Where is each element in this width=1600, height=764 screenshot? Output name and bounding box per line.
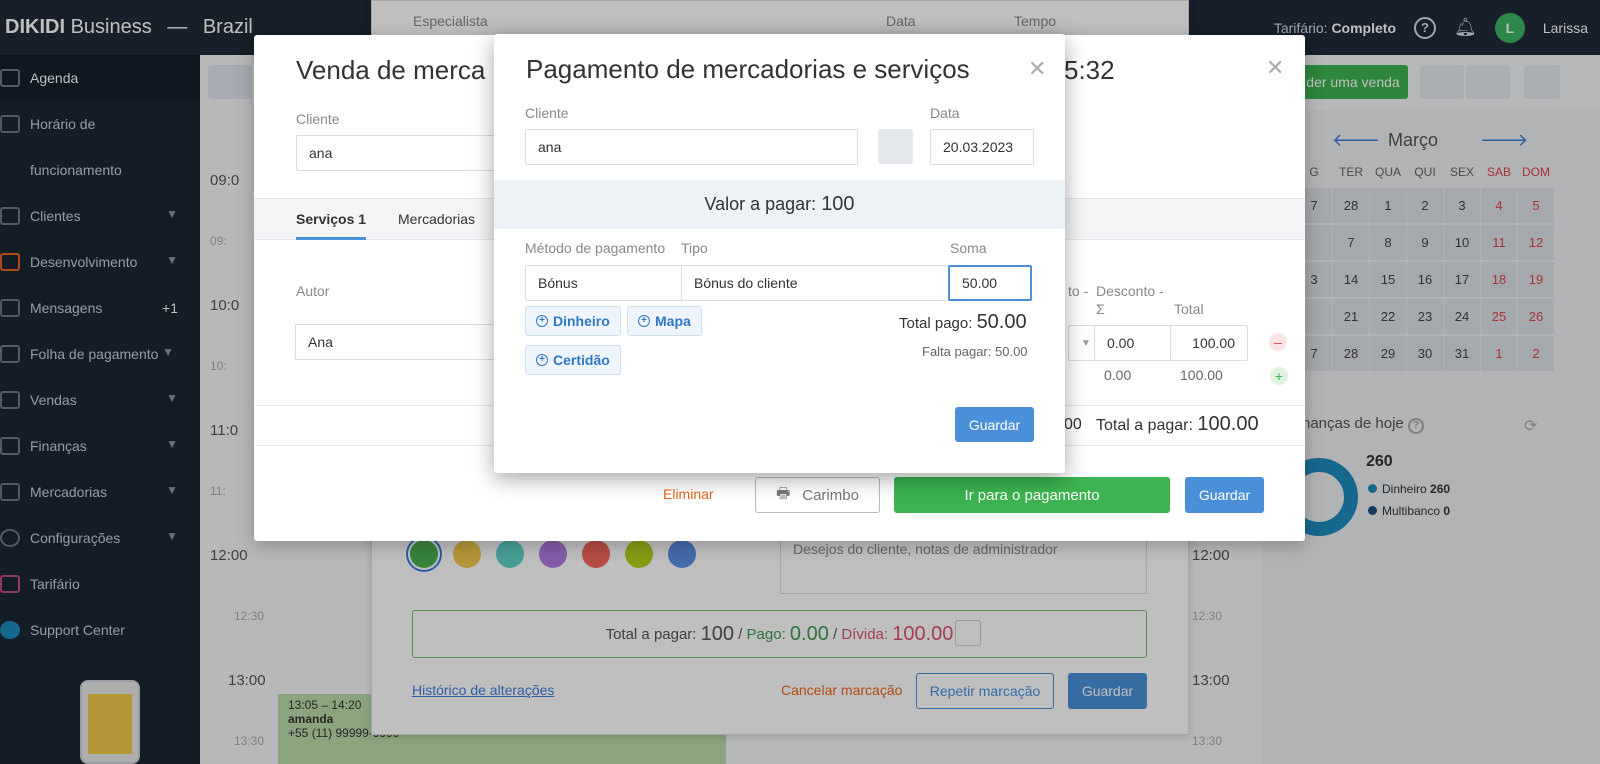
discount-label: to - xyxy=(1068,283,1089,299)
chip-label: Certidão xyxy=(553,352,610,368)
discount-sum: 0.00 xyxy=(1104,367,1132,383)
discount-sum-label: Desconto - xyxy=(1096,283,1164,299)
method-label: Método de pagamento xyxy=(525,240,666,256)
total-paid: Total pago: 50.00 xyxy=(899,311,1027,334)
user-icon[interactable] xyxy=(878,129,913,164)
total-sum: 100.00 xyxy=(1180,367,1223,383)
add-certificate-button[interactable]: + Certidão xyxy=(525,345,621,375)
total-paid-value: 50.00 xyxy=(976,311,1027,333)
plus-icon: + xyxy=(536,315,548,327)
remove-row-icon[interactable]: – xyxy=(1269,333,1287,351)
add-row-icon[interactable]: + xyxy=(1270,367,1288,385)
type-field[interactable]: Bónus do cliente xyxy=(681,265,949,301)
plus-icon: + xyxy=(638,315,650,327)
go-to-payment-button[interactable]: Ir para o pagamento xyxy=(894,477,1170,513)
type-label: Tipo xyxy=(681,240,708,256)
amount-to-pay: Valor a pagar: 100 xyxy=(494,180,1065,229)
sum-field[interactable]: 50.00 xyxy=(948,265,1032,301)
client-label: Cliente xyxy=(525,105,569,121)
close-icon[interactable]: ✕ xyxy=(1028,56,1046,82)
author-select[interactable]: Ana xyxy=(295,324,505,360)
save-sale-button[interactable]: Guardar xyxy=(1185,477,1264,513)
sum-label: Soma xyxy=(950,240,987,256)
sigma-label: Σ xyxy=(1096,301,1105,317)
save-payment-button[interactable]: Guardar xyxy=(955,407,1034,442)
total-paid-label: Total pago: xyxy=(899,315,973,332)
printer-icon: 🖶 xyxy=(776,484,791,502)
author-label: Autor xyxy=(296,283,330,299)
total-to-pay: Total a pagar: 100.00 xyxy=(1096,413,1259,436)
client-field[interactable]: ana xyxy=(525,129,858,165)
add-card-button[interactable]: + Mapa xyxy=(627,306,702,336)
sale-time: 5:32 xyxy=(1064,55,1115,85)
close-icon[interactable]: ✕ xyxy=(1266,55,1284,81)
remaining: Falta pagar: 50.00 xyxy=(922,344,1028,359)
partial-value: 00 xyxy=(1064,416,1082,433)
total-column-label: Total xyxy=(1174,301,1204,317)
amount-value: 100 xyxy=(821,193,855,215)
sale-title: Venda de merca xyxy=(296,55,486,85)
date-field[interactable]: 20.03.2023 xyxy=(930,129,1034,165)
stamp-label: Carimbo xyxy=(802,486,859,504)
chip-label: Dinheiro xyxy=(553,313,610,329)
discount-field[interactable]: 0.00 xyxy=(1094,325,1172,361)
client-field[interactable]: ana xyxy=(296,135,496,171)
method-field[interactable]: Bónus xyxy=(525,265,682,301)
client-label: Cliente xyxy=(296,111,340,127)
chip-label: Mapa xyxy=(655,313,691,329)
amount-label: Valor a pagar: xyxy=(704,194,817,214)
tab-services[interactable]: Serviços 1 xyxy=(296,211,367,240)
add-cash-button[interactable]: + Dinheiro xyxy=(525,306,621,336)
date-label: Data xyxy=(930,105,960,121)
payment-title: Pagamento de mercadorias e serviços xyxy=(526,54,970,84)
chevron-down-icon[interactable]: ▼ xyxy=(1068,325,1096,361)
remaining-label: Falta pagar: xyxy=(922,344,992,359)
delete-link[interactable]: Eliminar xyxy=(663,486,714,502)
stamp-button[interactable]: 🖶 Carimbo xyxy=(755,477,880,513)
tab-goods[interactable]: Mercadorias xyxy=(398,211,475,227)
payment-dialog: Pagamento de mercadorias e serviços ✕ Cl… xyxy=(494,34,1065,473)
total-to-pay-value: 100.00 xyxy=(1197,413,1259,435)
author-value: Ana xyxy=(308,334,333,350)
plus-icon: + xyxy=(536,354,548,366)
remaining-value: 50.00 xyxy=(995,344,1028,359)
total-to-pay-label: Total a pagar: xyxy=(1096,417,1193,434)
total-field[interactable]: 100.00 xyxy=(1170,325,1248,361)
